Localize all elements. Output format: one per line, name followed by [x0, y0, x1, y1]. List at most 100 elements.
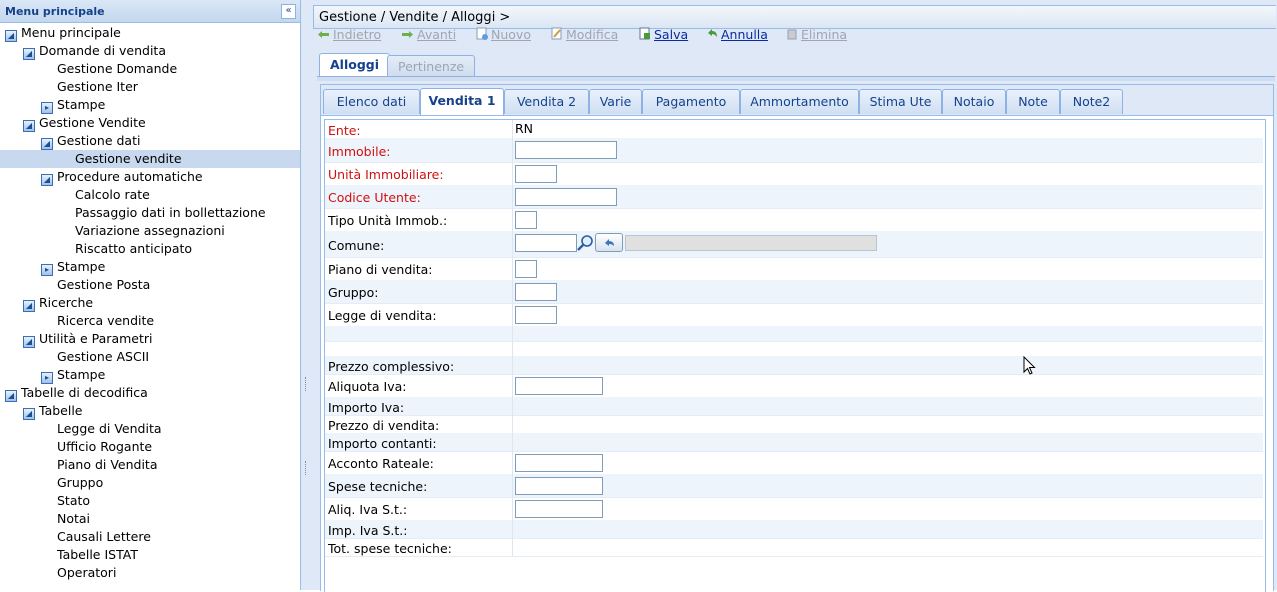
- tab-note[interactable]: Note: [1006, 89, 1060, 114]
- folder-open-icon[interactable]: ◢: [23, 300, 35, 312]
- menu-item[interactable]: Passaggio dati in bollettazione: [75, 204, 266, 222]
- menu-item[interactable]: Stato: [57, 492, 90, 510]
- acconto-rateale-input[interactable]: [515, 453, 603, 472]
- toolbar: Indietro Avanti Nuovo Modifica Salva Ann…: [313, 26, 1277, 46]
- menu-item[interactable]: ◢ Domande di vendita: [23, 42, 166, 60]
- menu-item-label: Procedure automatiche: [57, 169, 203, 184]
- menu-item[interactable]: Operatori: [57, 564, 116, 582]
- tab-vendita-2[interactable]: Vendita 2: [504, 89, 589, 114]
- menu-item[interactable]: Causali Lettere: [57, 528, 151, 546]
- column-separator: [512, 120, 513, 138]
- aliq-iva-st-input[interactable]: [515, 499, 603, 518]
- menu-item[interactable]: Calcolo rate: [75, 186, 150, 204]
- menu-item[interactable]: Gestione vendite: [0, 150, 300, 168]
- column-separator: [512, 356, 513, 374]
- menu-item[interactable]: Riscatto anticipato: [75, 240, 192, 258]
- menu-item[interactable]: Ufficio Rogante: [57, 438, 152, 456]
- search-lens-icon[interactable]: [576, 234, 594, 252]
- tab-notaio[interactable]: Notaio: [942, 89, 1006, 114]
- menu-item[interactable]: Piano di Vendita: [57, 456, 157, 474]
- menu-item-label: Piano di Vendita: [57, 457, 158, 472]
- menu-item[interactable]: ▸ Stampe: [41, 366, 105, 384]
- menu-header: Menu principale «: [0, 0, 300, 23]
- menu-item[interactable]: ◢ Ricerche: [23, 294, 93, 312]
- reset-comune-button[interactable]: [595, 233, 623, 252]
- tab-elenco-dati[interactable]: Elenco dati: [323, 89, 420, 114]
- nuovo-button[interactable]: Nuovo: [475, 27, 531, 42]
- codice-utente-input[interactable]: [515, 187, 617, 206]
- menu-item[interactable]: Tabelle ISTAT: [57, 546, 138, 564]
- menu-item[interactable]: Gestione Iter: [57, 78, 138, 96]
- column-separator: [512, 397, 513, 415]
- avanti-button[interactable]: Avanti: [401, 27, 456, 42]
- folder-closed-icon[interactable]: ▸: [41, 102, 53, 114]
- legge-vendita-input[interactable]: [515, 305, 557, 324]
- tab-alloggi[interactable]: Alloggi: [319, 53, 391, 78]
- elimina-button[interactable]: Elimina: [785, 27, 847, 42]
- menu-item[interactable]: ▸ Stampe: [41, 258, 105, 276]
- comune-description-field: [625, 235, 877, 251]
- menu-item[interactable]: ◢ Tabelle: [23, 402, 83, 420]
- menu-item[interactable]: Notai: [57, 510, 90, 528]
- comune-input[interactable]: [515, 234, 577, 252]
- collapse-panel-button[interactable]: «: [281, 4, 296, 19]
- menu-item[interactable]: Ricerca vendite: [57, 312, 154, 330]
- menu-item[interactable]: ◢ Utilità e Parametri: [23, 330, 152, 348]
- delete-icon: [785, 27, 798, 40]
- undo-icon: [605, 239, 614, 246]
- folder-closed-icon[interactable]: ▸: [41, 372, 53, 384]
- folder-open-icon[interactable]: ◢: [5, 30, 17, 42]
- panel-splitter[interactable]: [301, 0, 313, 590]
- unita-immobiliare-input[interactable]: [515, 164, 557, 183]
- splitter-grip[interactable]: [305, 461, 308, 475]
- menu-item[interactable]: ◢ Gestione dati: [41, 132, 140, 150]
- salva-button[interactable]: Salva: [638, 27, 688, 42]
- menu-item[interactable]: ◢ Menu principale: [5, 24, 121, 42]
- tab-pertinenze[interactable]: Pertinenze: [387, 55, 476, 77]
- menu-item[interactable]: Gruppo: [57, 474, 103, 492]
- field-label: Ente:: [328, 122, 361, 138]
- folder-open-icon[interactable]: ◢: [23, 336, 35, 348]
- spese-tecniche-input[interactable]: [515, 476, 603, 495]
- piano-vendita-input[interactable]: [515, 259, 537, 278]
- menu-item-label: Gestione Posta: [57, 277, 151, 292]
- folder-open-icon[interactable]: ◢: [23, 408, 35, 420]
- folder-open-icon[interactable]: ◢: [5, 390, 17, 402]
- field-label: Importo Iva:: [328, 399, 405, 415]
- menu-item[interactable]: ◢ Gestione Vendite: [23, 114, 146, 132]
- tab-vendita-1[interactable]: Vendita 1: [420, 88, 504, 115]
- tab-pagamento[interactable]: Pagamento: [642, 89, 740, 114]
- folder-open-icon[interactable]: ◢: [23, 120, 35, 132]
- tab-varie[interactable]: Varie: [589, 89, 642, 114]
- menu-item-label: Utilità e Parametri: [39, 331, 153, 346]
- gruppo-input[interactable]: [515, 282, 557, 301]
- tipo-unita-input[interactable]: [515, 210, 537, 229]
- annulla-button[interactable]: Annulla: [705, 27, 768, 42]
- modifica-button[interactable]: Modifica: [550, 27, 618, 42]
- tab-ammortamento[interactable]: Ammortamento: [740, 89, 859, 114]
- menu-item[interactable]: Legge di Vendita: [57, 420, 162, 438]
- folder-open-icon[interactable]: ◢: [23, 48, 35, 60]
- splitter-grip[interactable]: [305, 377, 308, 391]
- column-separator: [512, 497, 513, 520]
- field-label: Legge di vendita:: [328, 308, 437, 323]
- form-row: Unità Immobiliare:: [325, 162, 1263, 186]
- tab-note2[interactable]: Note2: [1060, 89, 1123, 114]
- immobile-input[interactable]: [515, 141, 617, 159]
- indietro-button[interactable]: Indietro: [317, 27, 381, 42]
- menu-item[interactable]: Gestione ASCII: [57, 348, 149, 366]
- menu-item[interactable]: Gestione Domande: [57, 60, 177, 78]
- folder-open-icon[interactable]: ◢: [41, 138, 53, 150]
- folder-open-icon[interactable]: ◢: [41, 174, 53, 186]
- field-label: Immobile:: [328, 143, 391, 159]
- folder-closed-icon[interactable]: ▸: [41, 264, 53, 276]
- menu-item-label: Ricerca vendite: [57, 313, 155, 328]
- menu-item[interactable]: ◢ Procedure automatiche: [41, 168, 203, 186]
- menu-item[interactable]: ▸ Stampe: [41, 96, 105, 114]
- menu-item[interactable]: Variazione assegnazioni: [75, 222, 225, 240]
- aliquota-iva-input[interactable]: [515, 376, 603, 395]
- menu-item-label: Calcolo rate: [75, 187, 150, 202]
- menu-item[interactable]: ◢ Tabelle di decodifica: [5, 384, 148, 402]
- menu-item[interactable]: Gestione Posta: [57, 276, 150, 294]
- tab-stima-ute[interactable]: Stima Ute: [859, 89, 942, 114]
